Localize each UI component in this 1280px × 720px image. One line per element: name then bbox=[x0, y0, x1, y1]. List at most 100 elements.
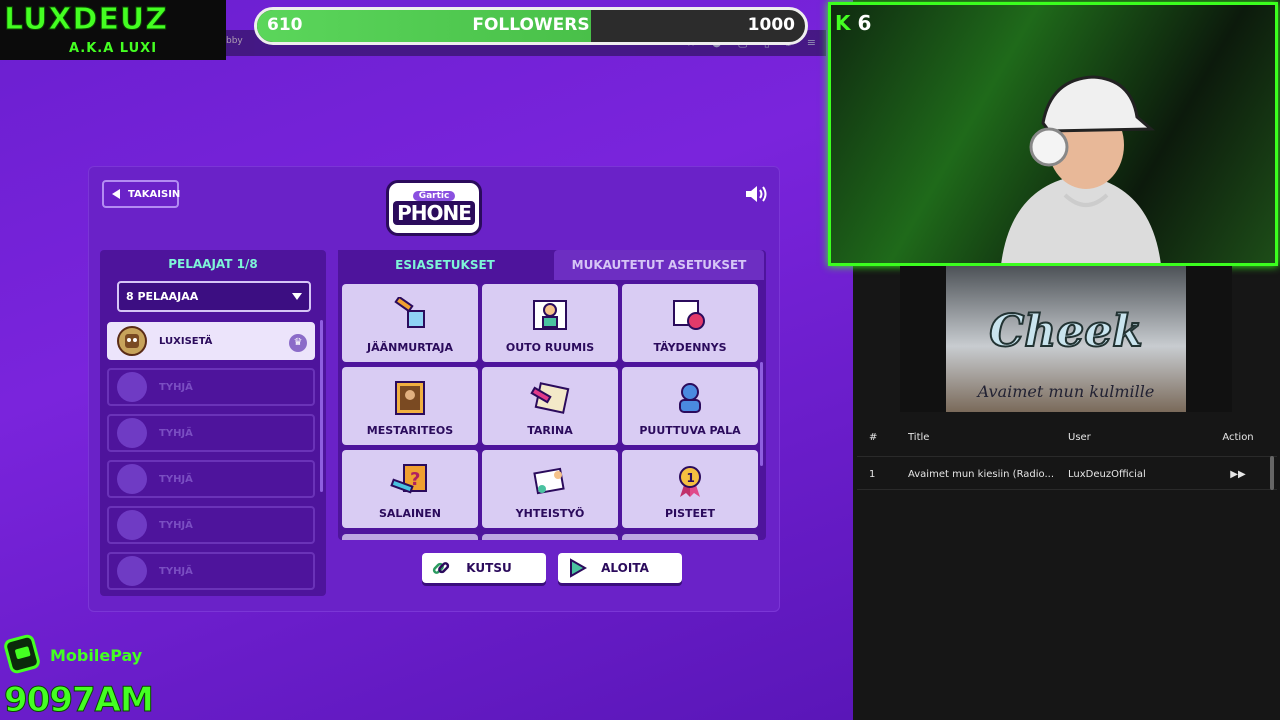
mode-tile[interactable]: OUTO RUUMIS bbox=[482, 284, 618, 362]
mode-tile[interactable]: MESTARITEOS bbox=[342, 367, 478, 445]
cam-counter-letter: K bbox=[835, 11, 851, 35]
now-playing-album: Cheek Avaimet mun kulmille bbox=[900, 266, 1232, 412]
masterpiece-icon bbox=[388, 378, 432, 418]
mode-label: SALAINEN bbox=[379, 507, 441, 520]
weird-body-icon bbox=[528, 295, 572, 335]
browser-tab-fragment: bby bbox=[226, 36, 243, 46]
svg-text:1: 1 bbox=[687, 471, 695, 485]
channel-aka: A.K.A LUXI bbox=[68, 41, 158, 56]
row-number: 1 bbox=[869, 469, 876, 480]
player-name: TYHJÄ bbox=[159, 427, 193, 439]
skip-forward-icon[interactable]: ▶▶ bbox=[1213, 469, 1263, 480]
cooperation-icon bbox=[528, 461, 572, 501]
stream-screen: bby ☆ ● ▢ ▯ ⤓ ≡ TAKAISIN Gartic PHONE PE… bbox=[0, 0, 1280, 720]
mobilepay-icon bbox=[4, 634, 40, 674]
mode-tile-partial bbox=[482, 534, 618, 540]
mode-label: MESTARITEOS bbox=[366, 424, 454, 437]
album-title: Avaimet mun kulmille bbox=[977, 382, 1155, 401]
player-name: TYHJÄ bbox=[159, 519, 193, 531]
mode-label: TÄYDENNYS bbox=[653, 341, 727, 354]
back-arrow-icon bbox=[112, 189, 120, 199]
header-user: User bbox=[1068, 432, 1091, 443]
player-name: TYHJÄ bbox=[159, 565, 193, 577]
empty-player-slot: TYHJÄ bbox=[107, 460, 315, 498]
channel-badge: LUXDEUZ A.K.A LUXI bbox=[0, 0, 226, 60]
followers-goal-bar: FOLLOWERS 610 1000 bbox=[254, 7, 808, 45]
empty-avatar-icon bbox=[117, 556, 147, 586]
icebreaker-icon bbox=[388, 295, 432, 335]
empty-avatar-icon bbox=[117, 510, 147, 540]
missing-piece-icon bbox=[668, 378, 712, 418]
start-button[interactable]: ALOITA bbox=[558, 553, 682, 583]
sound-icon[interactable] bbox=[744, 183, 770, 205]
header-action: Action bbox=[1222, 432, 1254, 443]
tab-presets[interactable]: ESIASETUKSET bbox=[338, 250, 552, 280]
game-modes-panel: ESIASETUKSET MUKAUTETUT ASETUKSET JÄÄNMU… bbox=[338, 250, 766, 540]
invite-button-label: KUTSU bbox=[466, 561, 512, 575]
player-count-value: 8 PELAAJAA bbox=[126, 290, 199, 303]
queue-scrollbar[interactable] bbox=[1270, 456, 1274, 490]
header-number: # bbox=[869, 432, 878, 443]
mode-tile[interactable]: TÄYDENNYS bbox=[622, 284, 758, 362]
row-title: Avaimet mun kiesiin (Radio... bbox=[908, 469, 1055, 480]
players-title: PELAAJAT 1/8 bbox=[168, 257, 258, 271]
score-icon: 1 bbox=[668, 461, 712, 501]
crown-icon: ♛ bbox=[289, 334, 307, 352]
logo-top-text: Gartic bbox=[412, 191, 456, 201]
avatar-icon bbox=[125, 334, 139, 348]
mode-tile-partial bbox=[342, 534, 478, 540]
invite-button[interactable]: KUTSU bbox=[422, 553, 546, 583]
empty-avatar-icon bbox=[117, 464, 147, 494]
logo-bottom-text: PHONE bbox=[393, 201, 475, 225]
mode-label: PUUTTUVA PALA bbox=[639, 424, 741, 437]
cam-counter: K 6 bbox=[835, 11, 871, 35]
table-row[interactable]: 1 Avaimet mun kiesiin (Radio... LuxDeuzO… bbox=[857, 456, 1277, 490]
mode-tile[interactable]: PUUTTUVA PALA bbox=[622, 367, 758, 445]
song-queue-table: # Title User Action 1 Avaimet mun kiesii… bbox=[857, 420, 1277, 720]
play-icon bbox=[564, 558, 590, 578]
queue-header-row: # Title User Action bbox=[857, 420, 1277, 454]
mobilepay-label: MobilePay bbox=[50, 646, 143, 665]
gartic-phone-logo: Gartic PHONE bbox=[386, 180, 482, 236]
player-slot[interactable]: LUXISETÄ ♛ bbox=[107, 322, 315, 360]
followers-goal-label: FOLLOWERS bbox=[472, 15, 590, 35]
mode-tile-partial bbox=[622, 534, 758, 540]
empty-avatar-icon bbox=[117, 418, 147, 448]
back-button[interactable]: TAKAISIN bbox=[102, 180, 181, 208]
mode-label: PISTEET bbox=[664, 507, 716, 520]
mode-label: YHTEISTYÖ bbox=[515, 507, 585, 520]
player-name: TYHJÄ bbox=[159, 381, 193, 393]
album-art: Cheek Avaimet mun kulmille bbox=[946, 266, 1186, 412]
album-artist: Cheek bbox=[988, 305, 1143, 358]
menu-icon[interactable]: ≡ bbox=[807, 36, 816, 50]
followers-goal: 1000 bbox=[747, 15, 795, 35]
player-name: LUXISETÄ bbox=[159, 335, 213, 347]
player-avatar bbox=[117, 326, 147, 356]
mode-tile[interactable]: JÄÄNMURTAJA bbox=[342, 284, 478, 362]
mobilepay-code: 9097AM bbox=[4, 680, 155, 720]
empty-player-slot: TYHJÄ bbox=[107, 368, 315, 406]
streamer-figure bbox=[1001, 75, 1161, 263]
players-scrollbar[interactable] bbox=[320, 320, 323, 492]
empty-avatar-icon bbox=[117, 372, 147, 402]
mobilepay-badge: MobilePay bbox=[4, 634, 144, 680]
mode-label: TARINA bbox=[527, 424, 573, 437]
story-icon bbox=[528, 378, 572, 418]
modes-scrollbar[interactable] bbox=[760, 362, 763, 466]
mode-tile[interactable]: TARINA bbox=[482, 367, 618, 445]
mode-tile[interactable]: 1 PISTEET bbox=[622, 450, 758, 528]
mode-label: OUTO RUUMIS bbox=[505, 341, 595, 354]
player-count-select[interactable]: 8 PELAAJAA bbox=[117, 281, 311, 312]
cam-counter-value: 6 bbox=[857, 11, 872, 35]
complement-icon bbox=[668, 295, 712, 335]
mode-label: JÄÄNMURTAJA bbox=[367, 341, 453, 354]
empty-player-slot: TYHJÄ bbox=[107, 506, 315, 544]
mode-tile[interactable]: YHTEISTYÖ bbox=[482, 450, 618, 528]
tab-custom-settings[interactable]: MUKAUTETUT ASETUKSET bbox=[554, 250, 764, 280]
mode-tile[interactable]: ? SALAINEN bbox=[342, 450, 478, 528]
player-name: TYHJÄ bbox=[159, 473, 193, 485]
back-button-label: TAKAISIN bbox=[128, 188, 181, 200]
webcam-feed: K 6 bbox=[828, 2, 1278, 266]
channel-name: LUXDEUZ bbox=[3, 2, 169, 38]
header-title: Title bbox=[908, 432, 930, 443]
